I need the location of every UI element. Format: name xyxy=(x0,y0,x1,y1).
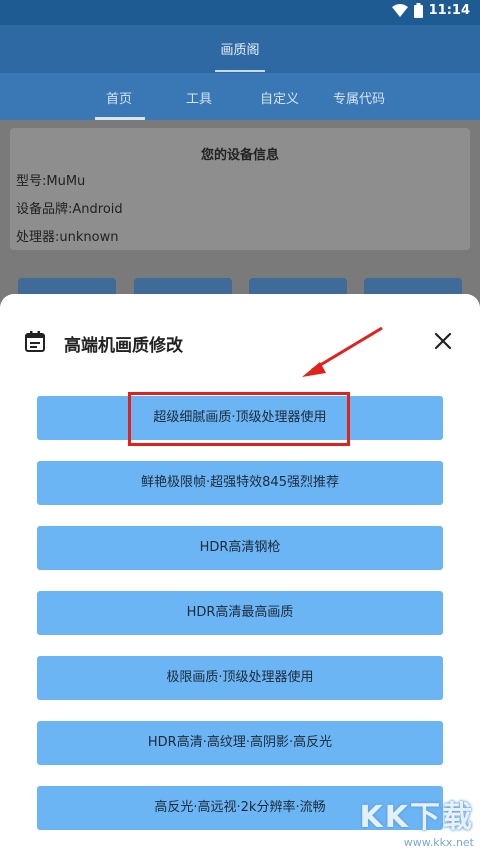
status-bar: 11:14 xyxy=(0,0,480,25)
tab-custom[interactable]: 自定义 xyxy=(260,88,299,107)
watermark: KK下载 www.kkx.net xyxy=(360,792,475,849)
tab-bar: 首页 工具 自定义 专属代码 xyxy=(0,73,480,120)
tab-exclusive-code[interactable]: 专属代码 xyxy=(333,88,385,107)
device-info-title: 您的设备信息 xyxy=(200,148,279,163)
watermark-url: www.kkx.net xyxy=(403,836,474,849)
calendar-icon xyxy=(25,331,45,352)
device-processor: 处理器:unknown xyxy=(16,230,119,245)
option-button-vivid-extreme-fps[interactable]: 鲜艳极限帧·超强特效845强烈推荐 xyxy=(37,461,443,505)
device-brand: 设备品牌:Android xyxy=(16,202,123,217)
option-button-hdr-gun[interactable]: HDR高清钢枪 xyxy=(37,526,443,570)
close-icon[interactable] xyxy=(434,332,452,350)
option-button-hdr-highest[interactable]: HDR高清最高画质 xyxy=(37,591,443,635)
highlight-box xyxy=(128,392,350,446)
battery-icon xyxy=(413,3,423,18)
bottom-sheet: 高端机画质修改 xyxy=(0,294,480,853)
tab-home[interactable]: 首页 xyxy=(106,88,132,107)
status-time: 11:14 xyxy=(428,3,470,18)
device-model: 型号:MuMu xyxy=(16,174,86,189)
wifi-icon xyxy=(391,4,408,17)
app-bar: 画质阁 xyxy=(0,25,480,73)
status-icons: 11:14 xyxy=(391,3,470,18)
app-title[interactable]: 画质阁 xyxy=(0,39,480,58)
sheet-title: 高端机画质修改 xyxy=(64,336,183,356)
watermark-logo: KK下载 xyxy=(359,800,474,835)
option-button-hdr-high-texture[interactable]: HDR高清·高纹理·高阴影·高反光 xyxy=(37,721,443,765)
app-title-underline xyxy=(215,70,265,72)
tab-tools[interactable]: 工具 xyxy=(186,88,212,107)
device-info-card: 您的设备信息 型号:MuMu 设备品牌:Android 处理器:unknown xyxy=(10,128,470,250)
option-button-extreme-quality[interactable]: 极限画质·顶级处理器使用 xyxy=(37,656,443,700)
red-arrow-annotation xyxy=(302,326,383,377)
